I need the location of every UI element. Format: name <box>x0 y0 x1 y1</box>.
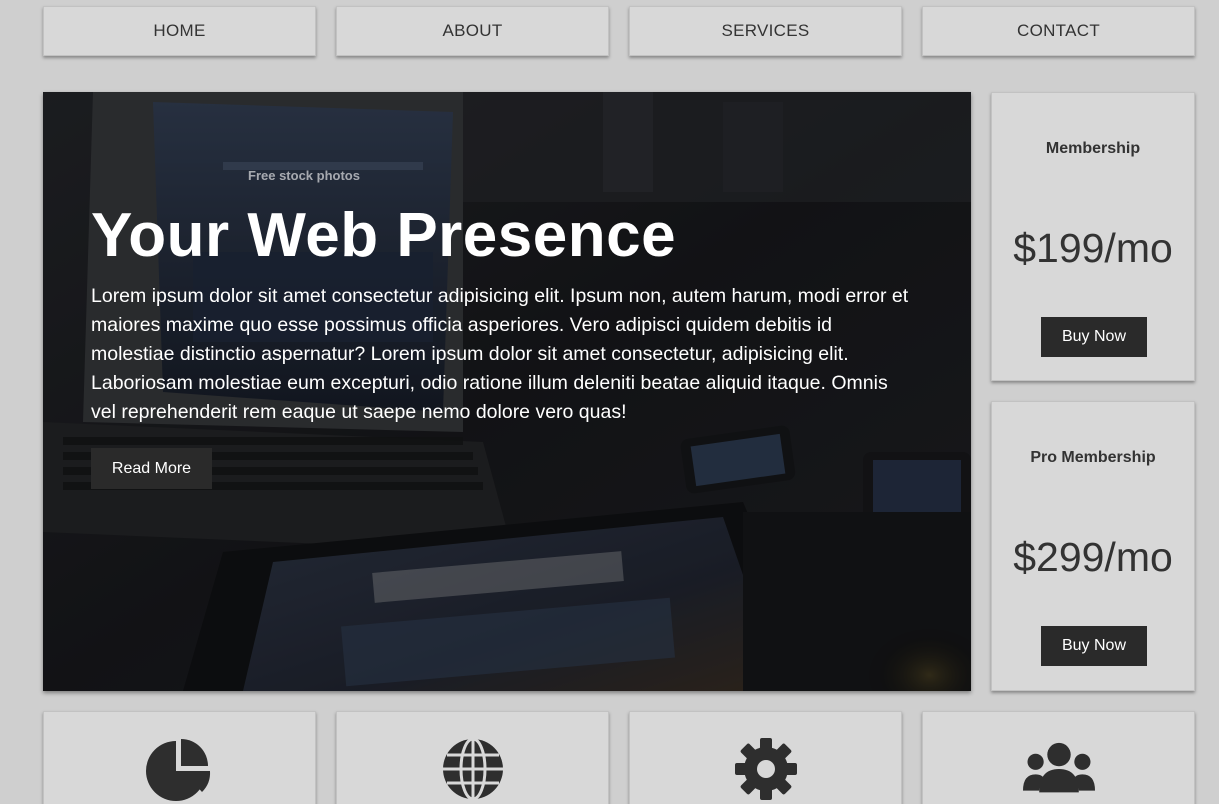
feature-box-analytics <box>43 711 316 804</box>
pie-chart-icon <box>145 739 210 801</box>
plan-name: Membership <box>1045 140 1141 157</box>
users-icon <box>1022 742 1095 793</box>
read-more-button[interactable]: Read More <box>91 448 212 489</box>
laptop-screen-text: Free stock photos <box>248 168 360 183</box>
feature-box-web <box>336 711 609 804</box>
globe-icon <box>442 737 503 801</box>
nav-item-about[interactable]: ABOUT <box>336 6 609 56</box>
hero-description: Lorem ipsum dolor sit amet consectetur a… <box>91 285 909 423</box>
pricing-card-membership: Membership $199/mo Buy Now <box>991 92 1195 381</box>
hero-title: Your Web Presence <box>91 201 677 270</box>
buy-now-button[interactable]: Buy Now <box>1041 626 1147 666</box>
nav-item-services[interactable]: SERVICES <box>629 6 902 56</box>
buy-now-button[interactable]: Buy Now <box>1041 317 1147 357</box>
feature-boxes <box>43 711 1195 804</box>
plan-name: Pro Membership <box>1030 449 1156 466</box>
page: HOME ABOUT SERVICES CONTACT Free stock p… <box>0 0 1219 804</box>
main-nav: HOME ABOUT SERVICES CONTACT <box>43 6 1195 56</box>
plan-price: $299/mo <box>1013 534 1173 580</box>
pricing-card-pro-membership: Pro Membership $299/mo Buy Now <box>991 401 1195 691</box>
nav-item-contact[interactable]: CONTACT <box>922 6 1195 56</box>
feature-box-team <box>922 711 1195 804</box>
hero-showcase: Free stock photos Your Web Presence Lore… <box>43 92 971 691</box>
nav-item-home[interactable]: HOME <box>43 6 316 56</box>
gear-icon <box>734 738 797 800</box>
feature-box-settings <box>629 711 902 804</box>
plan-price: $199/mo <box>1013 225 1173 271</box>
